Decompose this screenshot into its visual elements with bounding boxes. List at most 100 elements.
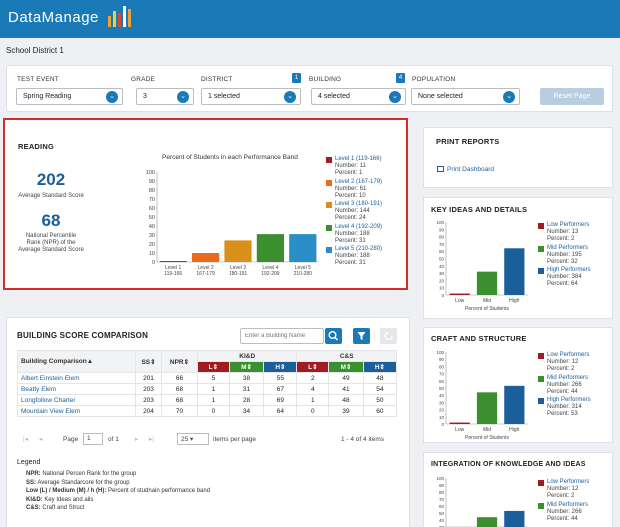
building-comparison-table: Building Comparison▲ SS⇕ NPR⇕ KI&D C&S L… [17,350,398,417]
table-cell: 69 [263,394,298,406]
print-reports-title: PRINT REPORTS [436,137,500,146]
legend-percent: Percent: 44 [547,515,578,522]
table-cell: 38 [228,372,265,384]
bar [449,293,470,295]
table-cell: 41 [328,383,364,395]
table-row: Albert Einstein Elem 201 66 5 38 55 2 49 48 [17,372,398,384]
integration-bar-chart: 10090807060504030LowMidHigh [436,476,528,527]
legend-item: Mid Performers Number: 266 Percent: 44 [538,502,612,523]
legend-number: Number: 266 [547,508,582,515]
y-tick-label: 60 [439,249,445,254]
grade-select[interactable]: 3 ⌄ [136,88,194,105]
y-tick-label: 60 [439,379,445,384]
y-tick-label: 30 [439,400,445,405]
page-title: School District 1 [6,46,64,55]
table-row: Longfollow Charter 203 68 1 28 69 1 48 50 [17,394,398,406]
key-ideas-title: KEY IDEAS AND DETAILS [431,205,528,214]
table-cell: 1 [197,394,230,406]
page-size-select[interactable]: 25 ▾ [177,433,209,445]
kid-high-header[interactable]: H⇕ [263,361,298,373]
building-select[interactable]: 4 selected ⌄ [311,88,406,105]
search-button[interactable] [325,328,342,344]
legend-item: Low Performers Number: 12 Percent: 2 [538,479,612,500]
building-name-link[interactable]: Beatty Elem [17,383,136,395]
legend-percent: Percent: 2 [547,366,575,372]
ss-column-header[interactable]: SS⇕ [135,350,162,373]
cs-mid-header[interactable]: M⇕ [328,361,364,373]
table-cell: 1 [197,383,230,395]
refresh-button[interactable] [380,328,397,344]
reset-page-button[interactable]: Reset Page [540,88,604,105]
district-count-badge: 1 [292,73,301,83]
table-cell: 203 [135,383,162,395]
district-select[interactable]: 1 selected ⌄ [201,88,301,105]
x-tick-label: Low [455,427,465,433]
y-tick-label: 30 [149,233,155,239]
legend-name: Low Performers [547,479,590,485]
prev-page-icon[interactable]: ◂ [39,435,42,443]
test-event-select[interactable]: Spring Reading ⌄ [16,88,123,105]
table-cell: 31 [228,383,265,395]
building-name-link[interactable]: Longfollow Charter [17,394,136,406]
app-logo[interactable]: DataManage [8,9,99,26]
table-cell: 4 [296,383,330,395]
integration-title: INTEGRATION OF KNOWLEDGE AND IDEAS [431,461,586,468]
logo-bars-icon [108,6,131,27]
table-cell: 67 [263,383,298,395]
search-icon [328,331,339,341]
table-cell: 1 [296,394,330,406]
filter-button[interactable] [353,328,370,344]
caret-down-icon: ▾ [190,436,194,443]
table-cell: 49 [328,372,364,384]
legend-percent: Percent: 2 [547,493,575,499]
legend-swatch [326,202,332,208]
y-tick-label: 60 [439,504,445,509]
table-cell: 204 [135,405,162,417]
page-number-input[interactable]: 1 [83,433,103,445]
first-page-icon[interactable]: |◂ [23,435,28,443]
kid-low-header[interactable]: L⇕ [197,361,230,373]
building-search-input[interactable] [240,328,324,344]
last-page-icon[interactable]: ▸| [149,435,154,443]
x-tick-label: High [509,298,520,304]
legend-name: Mid Performers [547,374,589,381]
y-tick-label: 80 [439,235,445,240]
x-tick-label: 167-179 [196,271,215,277]
cs-low-header[interactable]: L⇕ [296,361,330,373]
building-name-link[interactable]: Albert Einstein Elem [17,372,136,384]
x-tick-label: High [509,427,520,433]
cs-high-header[interactable]: H⇕ [362,361,398,373]
legend-name: Low Performers [547,222,590,228]
kid-mid-header[interactable]: M⇕ [228,361,265,373]
legend-item: Level 1 (119-166) Number: 11 Percent: 1 [326,156,406,177]
legend-text: Key Ideas and ails [42,496,94,503]
y-tick-label: 70 [439,372,445,377]
bar [476,517,498,527]
table-cell: 70 [161,405,198,417]
building-search-field[interactable] [241,329,321,342]
reading-chart-title: Percent of Students in each Performance … [162,154,298,161]
y-tick-label: 20 [149,242,155,248]
npr-header-label: NPR [169,358,184,366]
legend-swatch [538,245,544,252]
building-name-link[interactable]: Mountain View Elem [17,405,136,417]
print-dashboard-link[interactable]: Print Dashboard [437,166,494,173]
chevron-down-icon: ⌄ [284,91,296,103]
print-dashboard-label: Print Dashboard [447,166,494,173]
population-select[interactable]: None selected ⌄ [411,88,520,105]
kid-low-label: L [208,364,213,371]
legend-swatch [538,223,544,229]
legend-swatch [326,179,332,186]
legend-key: SS: [26,479,37,486]
table-row: Mountain View Elem 204 70 0 34 64 0 39 60 [17,405,398,417]
table-cell: 28 [228,394,265,406]
table-cell: 55 [263,372,298,384]
legend-name: Level 1 (119-166) [335,156,382,162]
legend-list: NPR: National Percen Rank for the group S… [26,470,210,513]
npr-column-header[interactable]: NPR⇕ [161,350,198,373]
next-page-icon[interactable]: ▸ [135,435,138,443]
building-column-header[interactable]: Building Comparison▲ [17,350,136,373]
bar [256,234,285,262]
table-cell: 34 [228,405,265,417]
legend-line: Low (L) / Medium (M) / h (H): Percent of… [26,487,210,496]
